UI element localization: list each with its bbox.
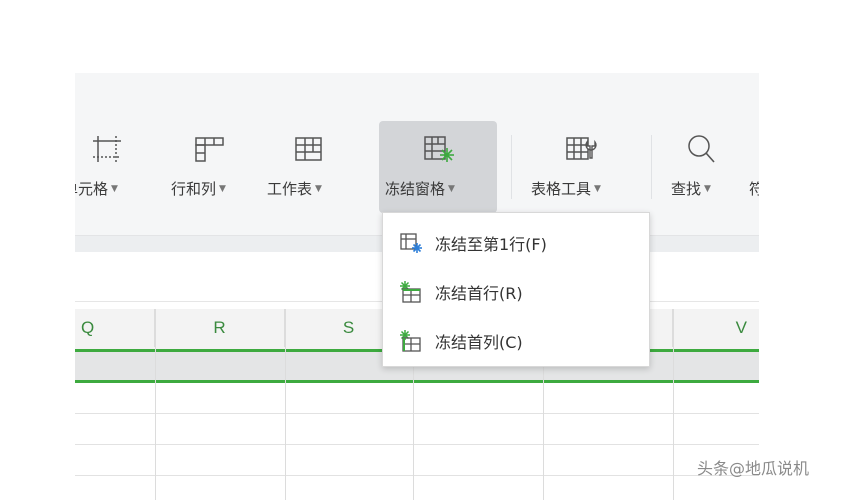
freeze-first-column-icon [400, 330, 421, 352]
grid-column-line [673, 309, 674, 500]
chevron-down-icon: ▼ [704, 183, 711, 194]
search-label: 查找 [671, 180, 702, 198]
freeze-panes-icon [424, 136, 454, 162]
cell-icon [93, 136, 121, 162]
next-ribbon-button[interactable]: 符 [747, 121, 759, 213]
freeze-to-row-icon [400, 233, 422, 253]
menu-item-freeze-to-row[interactable]: 冻结至第1行(F) [383, 219, 649, 267]
sheet-row[interactable] [75, 445, 759, 476]
worksheet-button[interactable]: 工作表 ▼ [263, 121, 353, 213]
column-header-q[interactable]: Q [75, 309, 155, 347]
sheet-row[interactable] [75, 383, 759, 414]
ribbon-separator [651, 135, 652, 199]
freeze-panes-label: 冻结窗格 [385, 180, 446, 198]
rows-columns-button[interactable]: 行和列 ▼ [165, 121, 253, 213]
worksheet-label: 工作表 [267, 180, 313, 198]
menu-item-label: 冻结首列(C) [435, 333, 523, 352]
table-tools-label: 表格工具 [531, 180, 592, 198]
menu-item-label: 冻结首行(R) [435, 284, 523, 303]
column-header-r[interactable]: R [155, 309, 285, 347]
search-button[interactable]: 查找 ▼ [665, 121, 737, 213]
menu-item-freeze-top-row[interactable]: 冻结首行(R) [383, 268, 649, 316]
rows-columns-label: 行和列 [171, 180, 217, 198]
ribbon-separator [511, 135, 512, 199]
grid-column-line [155, 309, 156, 500]
sheet-row[interactable] [75, 476, 759, 500]
freeze-top-row-icon [400, 281, 421, 303]
cell-button-label: 单元格 [75, 180, 109, 198]
table-tools-button[interactable]: 表格工具 ▼ [523, 121, 639, 213]
chevron-down-icon: ▼ [219, 183, 226, 194]
table-tools-icon [566, 137, 597, 160]
worksheet-icon [295, 137, 322, 161]
chevron-down-icon: ▼ [594, 183, 601, 194]
chevron-down-icon: ▼ [448, 183, 455, 194]
rows-columns-icon [195, 137, 224, 162]
freeze-panes-button[interactable]: 冻结窗格 ▼ [379, 121, 497, 213]
watermark: 头条@地瓜说机 [697, 459, 810, 478]
chevron-down-icon: ▼ [315, 183, 322, 194]
next-ribbon-label: 符 [749, 180, 759, 198]
freeze-panes-menu: 冻结至第1行(F) 冻结首行(R) 冻结首列(C) [382, 212, 650, 367]
search-icon [688, 135, 715, 163]
ribbon-toolbar: 单元格 ▼ 行和列 ▼ [75, 73, 759, 235]
grid-column-line [285, 309, 286, 500]
column-header-v[interactable]: V [673, 309, 759, 347]
chevron-down-icon: ▼ [111, 183, 118, 194]
menu-item-freeze-first-column[interactable]: 冻结首列(C) [383, 317, 649, 365]
menu-item-label: 冻结至第1行(F) [435, 235, 547, 254]
cell-button[interactable]: 单元格 ▼ [75, 121, 147, 213]
sheet-row[interactable] [75, 414, 759, 445]
